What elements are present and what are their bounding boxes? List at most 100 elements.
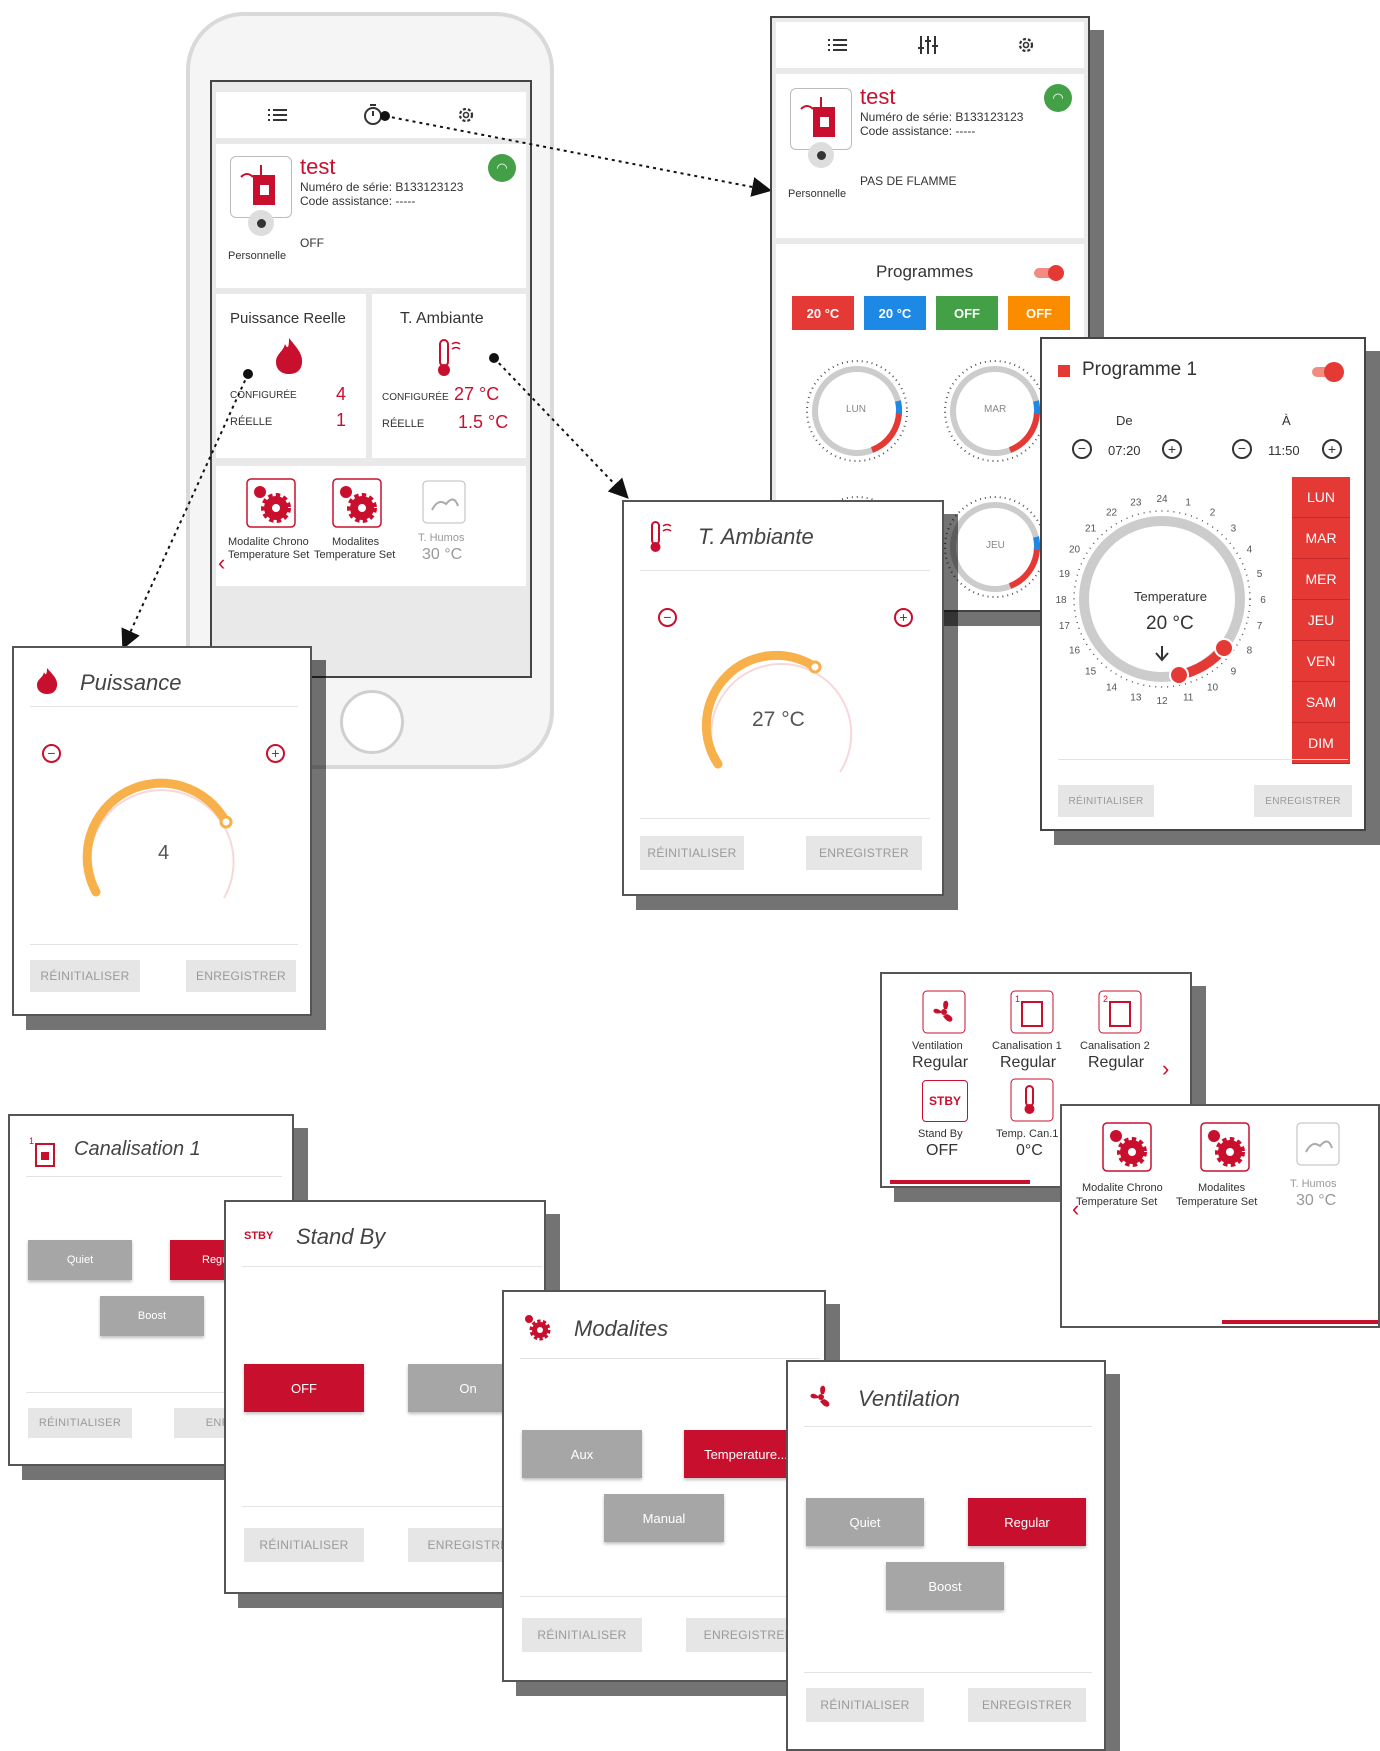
device-assist: Code assistance: ----- bbox=[300, 194, 416, 208]
programmes-toggle[interactable] bbox=[1034, 265, 1064, 281]
hour-label: 10 bbox=[1207, 682, 1219, 693]
fan-icon[interactable] bbox=[922, 990, 966, 1034]
reset-button[interactable]: RÉINITIALISER bbox=[30, 960, 140, 992]
tile-title: T. Ambiante bbox=[400, 310, 484, 327]
humos-value: 30 °C bbox=[1296, 1192, 1337, 1209]
thermometer-icon[interactable] bbox=[1010, 1078, 1054, 1122]
program-pill-4[interactable]: OFF bbox=[1008, 296, 1070, 330]
manual-option[interactable]: Manual bbox=[604, 1494, 724, 1542]
thermometer-icon bbox=[650, 521, 672, 552]
wifi-icon: ◠ bbox=[1044, 84, 1072, 112]
user-type: Personnelle bbox=[788, 188, 847, 200]
gear-icon[interactable] bbox=[456, 105, 476, 125]
divider bbox=[242, 1506, 542, 1507]
to-plus-icon[interactable]: + bbox=[1322, 439, 1342, 459]
gears-icon[interactable] bbox=[1200, 1122, 1250, 1172]
chevron-left-icon[interactable]: ‹ bbox=[1072, 1196, 1079, 1222]
chevron-left-icon[interactable]: ‹ bbox=[218, 550, 225, 576]
off-option[interactable]: OFF bbox=[244, 1364, 364, 1412]
to-label: À bbox=[1282, 413, 1291, 428]
svg-text:2: 2 bbox=[1103, 994, 1108, 1004]
regular-option[interactable]: Regular bbox=[968, 1498, 1086, 1546]
tempcan-value: 0°C bbox=[1016, 1142, 1043, 1159]
reset-button[interactable]: RÉINITIALISER bbox=[1058, 785, 1154, 817]
save-button[interactable]: ENREGISTRER bbox=[1254, 785, 1352, 817]
day-jeu[interactable]: JEU bbox=[1292, 600, 1350, 641]
reset-button[interactable]: RÉINITIALISER bbox=[640, 836, 744, 870]
boost-option[interactable]: Boost bbox=[100, 1296, 204, 1336]
to-minus-icon[interactable]: − bbox=[1232, 439, 1252, 459]
program-pill-3[interactable]: OFF bbox=[936, 296, 998, 330]
plus-icon[interactable]: + bbox=[894, 608, 913, 627]
conf-value: 27 °C bbox=[454, 384, 500, 404]
hour-label: 19 bbox=[1059, 569, 1071, 580]
user-avatar bbox=[248, 210, 274, 236]
gears-icon[interactable] bbox=[332, 478, 382, 528]
standby-icon[interactable]: STBY bbox=[922, 1080, 968, 1122]
modalite-chrono-sub: Temperature Set bbox=[1076, 1196, 1158, 1208]
aux-option[interactable]: Aux bbox=[522, 1430, 642, 1478]
humos-label: T. Humos bbox=[418, 532, 465, 544]
from-minus-icon[interactable]: − bbox=[1072, 439, 1092, 459]
modalites-label: Modalites bbox=[332, 536, 380, 548]
save-button[interactable]: ENREGISTRER bbox=[186, 960, 296, 992]
device-serial: Numéro de série: B133123123 bbox=[860, 110, 1024, 124]
ventilation-label: Ventilation bbox=[912, 1040, 963, 1052]
smoke-icon bbox=[422, 480, 466, 524]
gears-icon[interactable] bbox=[246, 478, 296, 528]
ambiante-tile[interactable]: T. Ambiante CONFIGURÉE 27 °C RÉELLE 1.5 … bbox=[372, 294, 526, 458]
device-card: Personnelle test Numéro de série: B13312… bbox=[216, 144, 526, 288]
reset-button[interactable]: RÉINITIALISER bbox=[244, 1528, 364, 1562]
timer-icon[interactable] bbox=[362, 103, 384, 127]
day-mer[interactable]: MER bbox=[1292, 559, 1350, 600]
divider bbox=[520, 1358, 820, 1359]
reset-button[interactable]: RÉINITIALISER bbox=[28, 1408, 132, 1438]
sliders-icon[interactable] bbox=[918, 34, 938, 56]
save-button[interactable]: ENREGISTRER bbox=[968, 1688, 1086, 1722]
modes-tile: Modalite Chrono Temperature Set Modalite… bbox=[216, 466, 526, 586]
day-lun[interactable]: LUN bbox=[1292, 477, 1350, 518]
canalisation-1-icon[interactable]: 1 bbox=[1010, 990, 1054, 1034]
page-indicator bbox=[890, 1180, 1030, 1184]
day-ven[interactable]: VEN bbox=[1292, 641, 1350, 682]
day-dim[interactable]: DIM bbox=[1292, 723, 1350, 764]
hour-label: 1 bbox=[1185, 497, 1191, 508]
quiet-option[interactable]: Quiet bbox=[28, 1240, 132, 1280]
hour-label: 5 bbox=[1257, 569, 1263, 580]
hour-label: 23 bbox=[1130, 497, 1142, 508]
hour-label: 16 bbox=[1069, 646, 1081, 657]
puissance-tile[interactable]: Puissance Reelle CONFIGURÉE 4 RÉELLE 1 bbox=[216, 294, 366, 458]
from-plus-icon[interactable]: + bbox=[1162, 439, 1182, 459]
gears-icon[interactable] bbox=[1102, 1122, 1152, 1172]
modalites-panel: Modalites Aux Temperature... Manual RÉIN… bbox=[502, 1290, 826, 1682]
boost-option[interactable]: Boost bbox=[886, 1562, 1004, 1610]
device-card: Personnelle test Numéro de série: B13312… bbox=[776, 74, 1084, 238]
reset-button[interactable]: RÉINITIALISER bbox=[806, 1688, 924, 1722]
svg-text:1: 1 bbox=[29, 1136, 34, 1146]
list-icon[interactable] bbox=[828, 38, 848, 52]
program-pill-2[interactable]: 20 °C bbox=[864, 296, 926, 330]
hour-label: 3 bbox=[1231, 524, 1237, 535]
divider bbox=[242, 1266, 542, 1267]
chevron-right-icon[interactable]: › bbox=[1162, 1056, 1169, 1082]
canalisation-2-icon[interactable]: 2 bbox=[1098, 990, 1142, 1034]
hour-label: 22 bbox=[1106, 508, 1118, 519]
user-avatar bbox=[808, 142, 834, 168]
programme-toggle[interactable] bbox=[1312, 362, 1344, 382]
save-button[interactable]: ENREGISTRER bbox=[806, 836, 922, 870]
hour-label: 12 bbox=[1156, 696, 1168, 707]
ambiante-panel: T. Ambiante − + 27 °C RÉINITIALISER ENRE… bbox=[622, 500, 944, 896]
reset-button[interactable]: RÉINITIALISER bbox=[522, 1618, 642, 1652]
day-sam[interactable]: SAM bbox=[1292, 682, 1350, 723]
plus-icon[interactable]: + bbox=[266, 744, 285, 763]
thermometer-icon bbox=[438, 339, 461, 376]
program-pill-1[interactable]: 20 °C bbox=[792, 296, 854, 330]
tempcan-label: Temp. Can.1 bbox=[996, 1128, 1059, 1140]
list-icon[interactable] bbox=[268, 108, 288, 122]
gear-icon[interactable] bbox=[1016, 35, 1036, 55]
minus-icon[interactable]: − bbox=[42, 744, 61, 763]
device-state: PAS DE FLAMME bbox=[860, 174, 957, 188]
minus-icon[interactable]: − bbox=[658, 608, 677, 627]
quiet-option[interactable]: Quiet bbox=[806, 1498, 924, 1546]
day-mar[interactable]: MAR bbox=[1292, 518, 1350, 559]
